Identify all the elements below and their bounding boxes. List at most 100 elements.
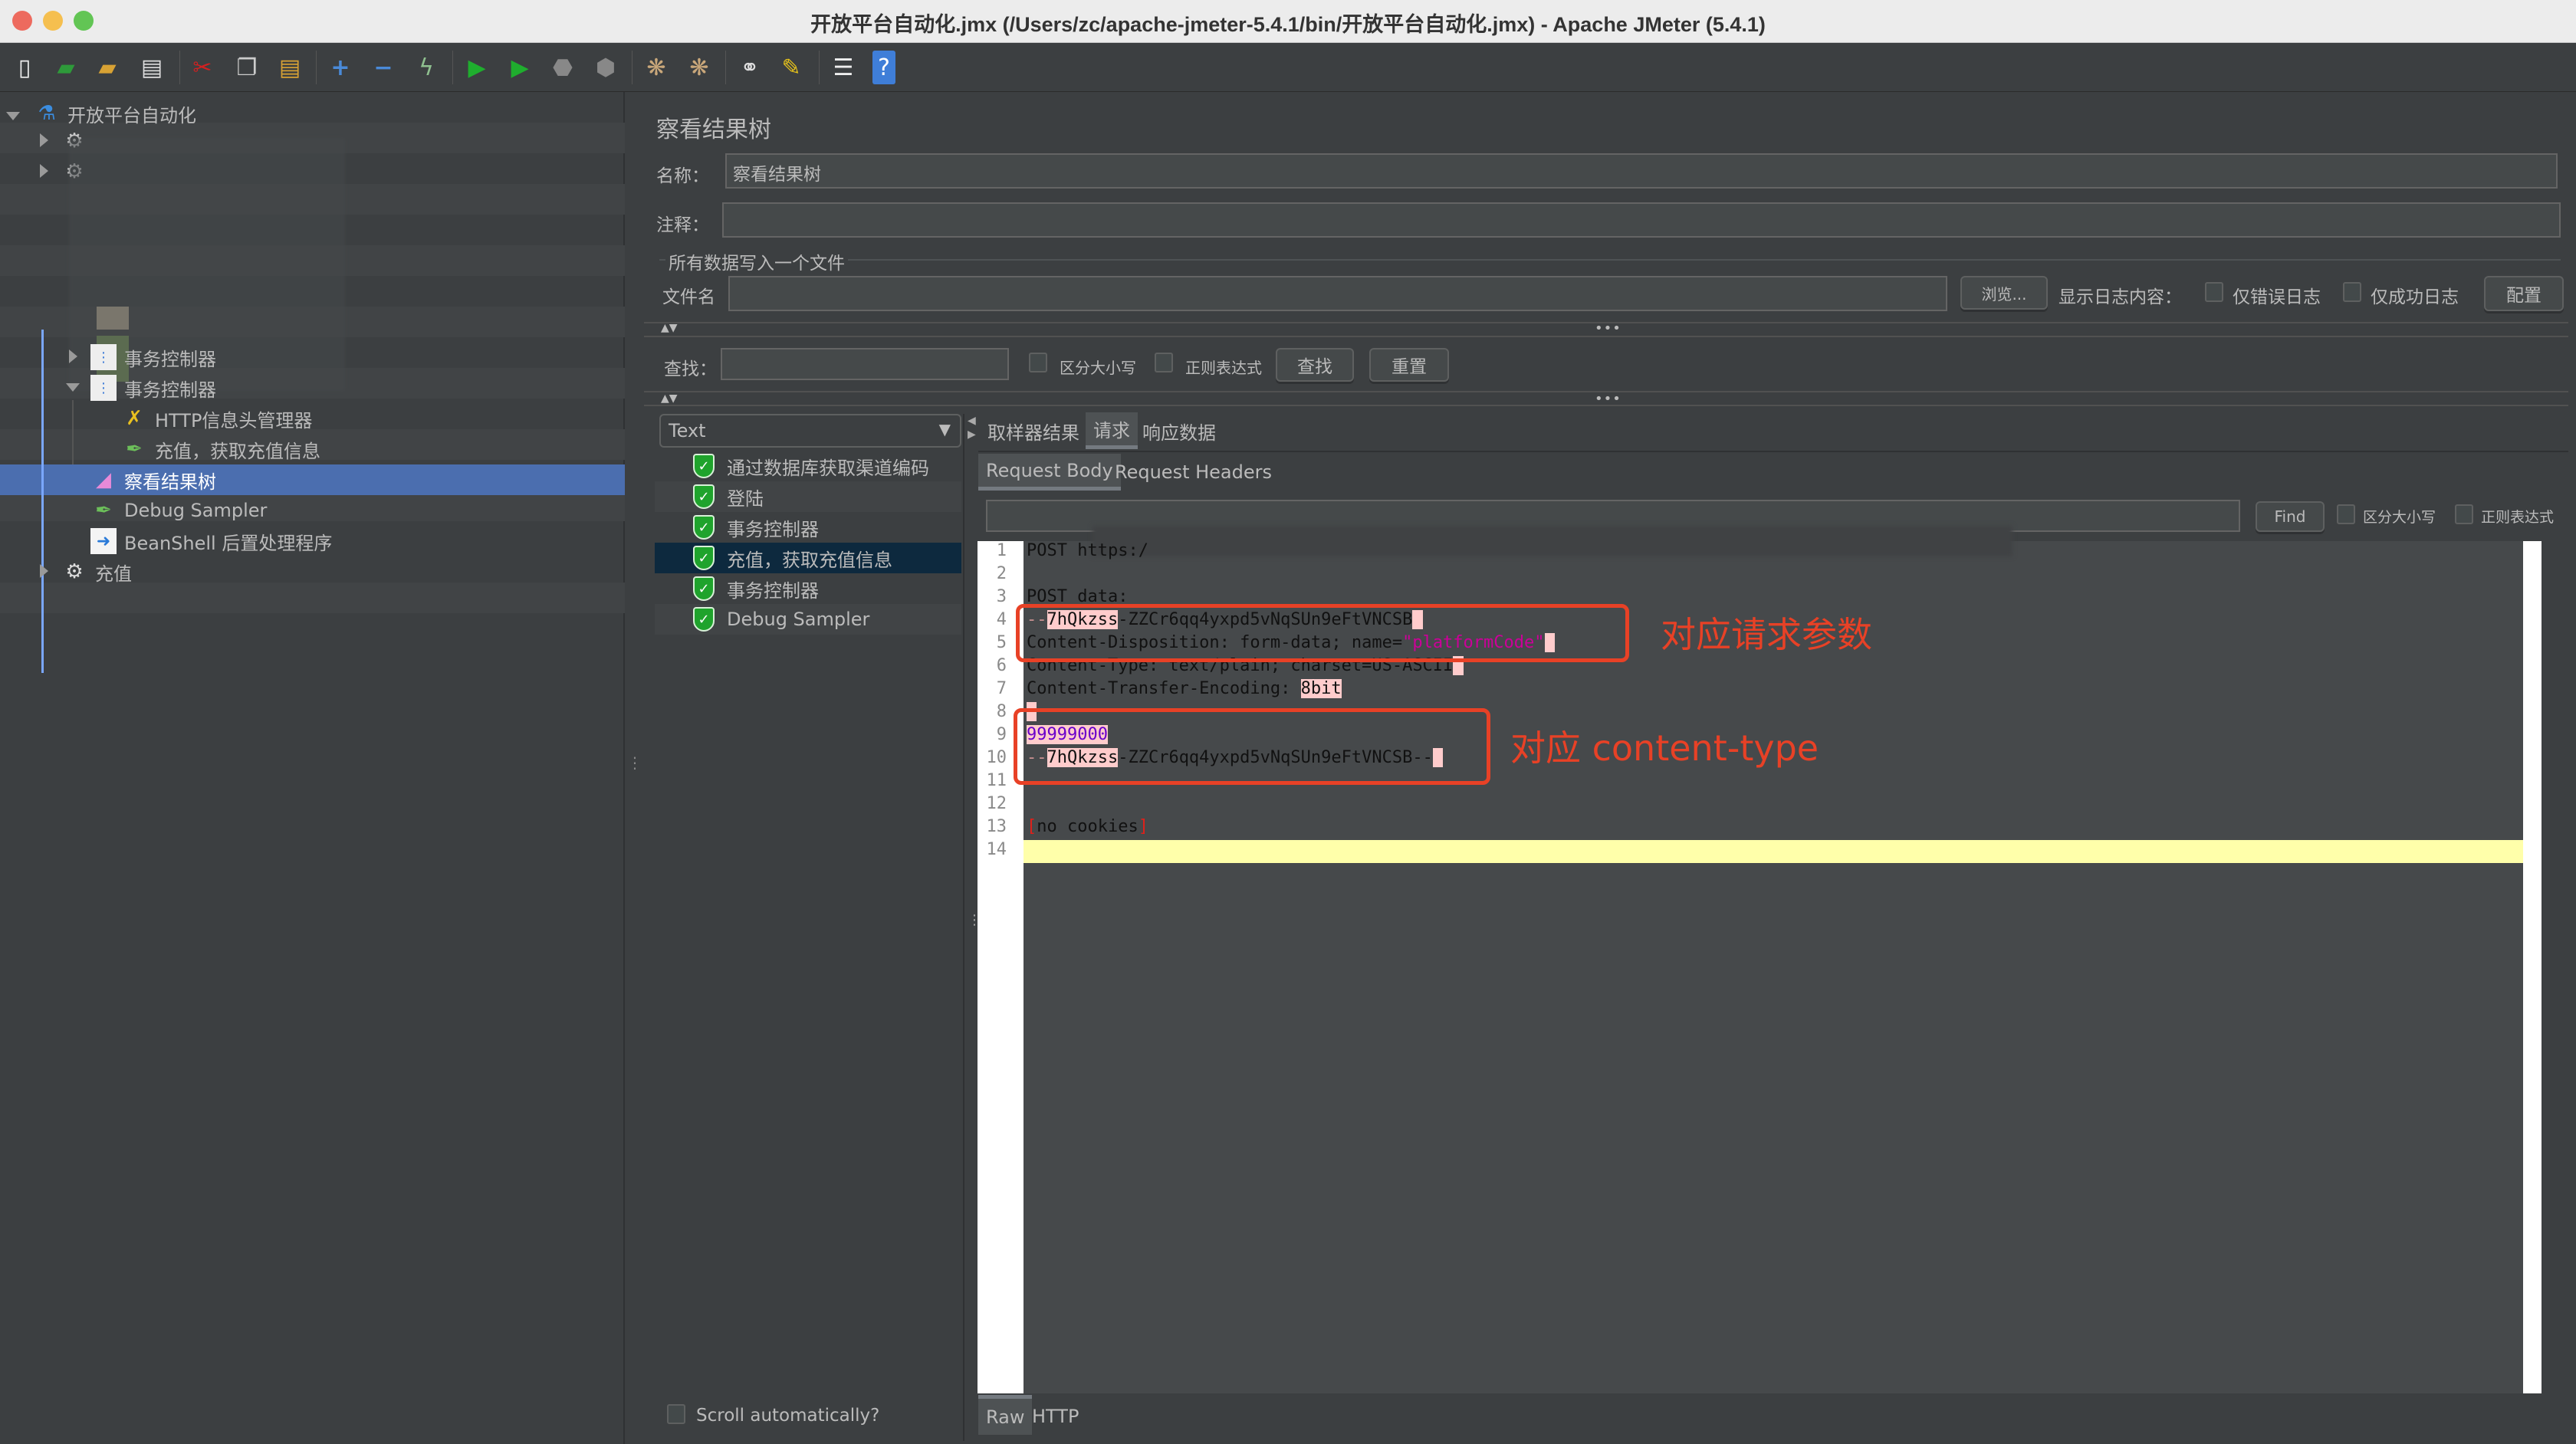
title-bar: 开放平台自动化.jmx (/Users/zc/apache-jmeter-5.4… <box>0 0 2576 43</box>
code-line: [no cookies] <box>1027 817 1148 836</box>
clear-all-icon[interactable]: ❋ <box>684 51 715 84</box>
filename-input[interactable] <box>728 276 1947 311</box>
result-item-selected[interactable]: ✓ 充值，获取充值信息 <box>655 543 961 573</box>
result-item[interactable]: ✓ 事务控制器 <box>655 512 961 543</box>
configure-button[interactable]: 配置 <box>2484 276 2564 311</box>
search-button[interactable]: 查找 <box>1276 348 1354 382</box>
open-icon[interactable]: ▰ <box>92 51 123 84</box>
collapse-arrow[interactable] <box>66 383 80 392</box>
splitter-grip[interactable]: ••• <box>1595 320 1622 336</box>
collapse-arrow[interactable] <box>6 112 20 120</box>
cut-icon[interactable]: ✂ <box>187 51 218 84</box>
tree-item-thread-group-recharge[interactable]: ⚙ 充值 <box>61 556 132 587</box>
tree-item-beanshell-postprocessor[interactable]: ➜ BeanShell 后置处理程序 <box>90 526 332 556</box>
sampler-pipette-icon: ✒ <box>95 499 112 522</box>
line-number: 11 <box>986 771 1007 790</box>
regex-checkbox[interactable] <box>1155 353 1173 372</box>
collapse-icon[interactable]: − <box>368 51 399 84</box>
renderer-select[interactable]: Text ▼ <box>659 414 961 448</box>
subtab-request-headers[interactable]: Request Headers <box>1107 454 1280 491</box>
function-helper-icon[interactable]: ☰ <box>828 51 859 84</box>
success-shield-icon: ✓ <box>693 546 715 570</box>
code-line: POST https:/ <box>1027 541 1148 560</box>
save-icon[interactable]: ▤ <box>136 51 167 84</box>
result-item[interactable]: ✓ Debug Sampler <box>655 604 961 635</box>
panel-title: 察看结果树 <box>656 117 771 143</box>
annotation-label-content-type: 对应 content-type <box>1510 727 1819 769</box>
toggle-icon[interactable]: ϟ <box>411 51 442 84</box>
line-number: 2 <box>996 564 1007 583</box>
stop-icon[interactable]: ⬣ <box>547 51 578 84</box>
expand-arrow[interactable] <box>40 164 48 178</box>
clear-icon[interactable]: ❋ <box>641 51 672 84</box>
search-input[interactable] <box>721 348 1009 380</box>
comment-label: 注释： <box>656 215 709 235</box>
name-input[interactable]: 察看结果树 <box>725 153 2558 189</box>
splitter-arrows[interactable]: ▲▼ <box>661 392 678 405</box>
result-item[interactable]: ✓ 通过数据库获取渠道编码 <box>655 451 961 481</box>
chevron-down-icon: ▼ <box>938 420 951 438</box>
browse-button[interactable]: 浏览... <box>1960 276 2048 310</box>
copy-icon[interactable]: ❐ <box>232 51 262 84</box>
tab-http[interactable]: HTTP <box>1024 1398 1086 1435</box>
tree-item-sampler-recharge[interactable]: ✒ 充值，获取充值信息 <box>121 434 320 464</box>
file-group-label: 所有数据写入一个文件 <box>665 248 848 274</box>
line-number: 7 <box>996 679 1007 698</box>
start-no-pause-icon[interactable]: ▶ <box>504 51 535 84</box>
splitter-arrows[interactable]: ▲▼ <box>661 322 678 334</box>
tree-item-view-results-tree[interactable]: ◢ 察看结果树 <box>90 464 216 495</box>
tree-item-http-header-manager[interactable]: ✗ HTTP信息头管理器 <box>121 403 312 434</box>
expand-icon[interactable]: + <box>325 51 356 84</box>
test-plan-icon: ⚗ <box>38 102 56 125</box>
help-icon[interactable]: ? <box>872 51 895 84</box>
errors-only-checkbox[interactable] <box>2205 282 2223 302</box>
request-body-editor[interactable]: 1 POST https:/ 2 3 POST data: 4 --7hQkzs… <box>978 526 2542 1393</box>
comment-input[interactable] <box>722 202 2561 238</box>
postprocessor-icon: ➜ <box>90 528 117 554</box>
new-icon[interactable]: ▯ <box>9 51 40 84</box>
templates-icon[interactable]: ▰ <box>51 51 81 84</box>
filename-label: 文件名 <box>662 287 715 307</box>
vertical-scrollbar[interactable] <box>2523 541 2542 1393</box>
detail-case-sensitive-checkbox[interactable] <box>2337 504 2355 524</box>
success-shield-icon: ✓ <box>693 607 715 632</box>
expand-arrow[interactable] <box>69 350 77 363</box>
line-number: 4 <box>996 610 1007 629</box>
tree-item-debug-sampler[interactable]: ✒ Debug Sampler <box>90 495 267 526</box>
splitter-handle[interactable]: ⋮ <box>627 755 642 782</box>
tree-item-transaction-controller-2[interactable]: ⋮ 事务控制器 <box>90 372 216 403</box>
success-only-checkbox[interactable] <box>2343 282 2361 302</box>
results-list: ✓ 通过数据库获取渠道编码 ✓ 登陆 ✓ 事务控制器 ✓ 充值，获取充值信息 ✓ 事务控制… <box>655 451 961 1439</box>
name-label: 名称： <box>656 166 709 186</box>
find-button[interactable]: Find <box>2256 501 2325 532</box>
result-item[interactable]: ✓ 事务控制器 <box>655 573 961 604</box>
tab-response-data[interactable]: 响应数据 <box>1135 412 1224 449</box>
success-shield-icon: ✓ <box>693 515 715 540</box>
expand-arrow[interactable] <box>40 564 48 578</box>
errors-only-label: 仅错误日志 <box>2233 287 2321 307</box>
tree-item-transaction-controller-1[interactable]: ⋮ 事务控制器 <box>90 342 216 372</box>
redacted-url <box>1092 526 2013 556</box>
tree-root[interactable]: ⚗ 开放平台自动化 <box>34 98 196 129</box>
tab-request[interactable]: 请求 <box>1086 412 1138 449</box>
reset-button[interactable]: 重置 <box>1369 348 1449 382</box>
annotation-box-content-type <box>1014 708 1490 785</box>
start-icon[interactable]: ▶ <box>462 51 492 84</box>
paste-icon[interactable]: ▤ <box>274 51 305 84</box>
split-toggle-arrows[interactable]: ◀ ▶ <box>968 414 976 441</box>
wrench-icon: ✗ <box>126 407 143 430</box>
tab-sampler-result[interactable]: 取样器结果 <box>980 412 1087 449</box>
window-title: 开放平台自动化.jmx (/Users/zc/apache-jmeter-5.4… <box>810 13 1766 36</box>
result-item[interactable]: ✓ 登陆 <box>655 481 961 512</box>
search-icon[interactable]: ⚭ <box>734 51 765 84</box>
success-only-label: 仅成功日志 <box>2371 287 2459 307</box>
detail-regex-checkbox[interactable] <box>2455 504 2473 524</box>
scroll-automatically-checkbox[interactable] <box>667 1404 685 1424</box>
line-number: 10 <box>986 748 1007 767</box>
expand-arrow[interactable] <box>40 133 48 147</box>
subtab-request-body[interactable]: Request Body <box>978 454 1121 491</box>
case-sensitive-checkbox[interactable] <box>1029 353 1047 372</box>
transaction-controller-icon: ⋮ <box>90 375 117 401</box>
reset-search-icon[interactable]: ✎ <box>776 51 807 84</box>
shutdown-icon[interactable]: ⬢ <box>590 51 621 84</box>
